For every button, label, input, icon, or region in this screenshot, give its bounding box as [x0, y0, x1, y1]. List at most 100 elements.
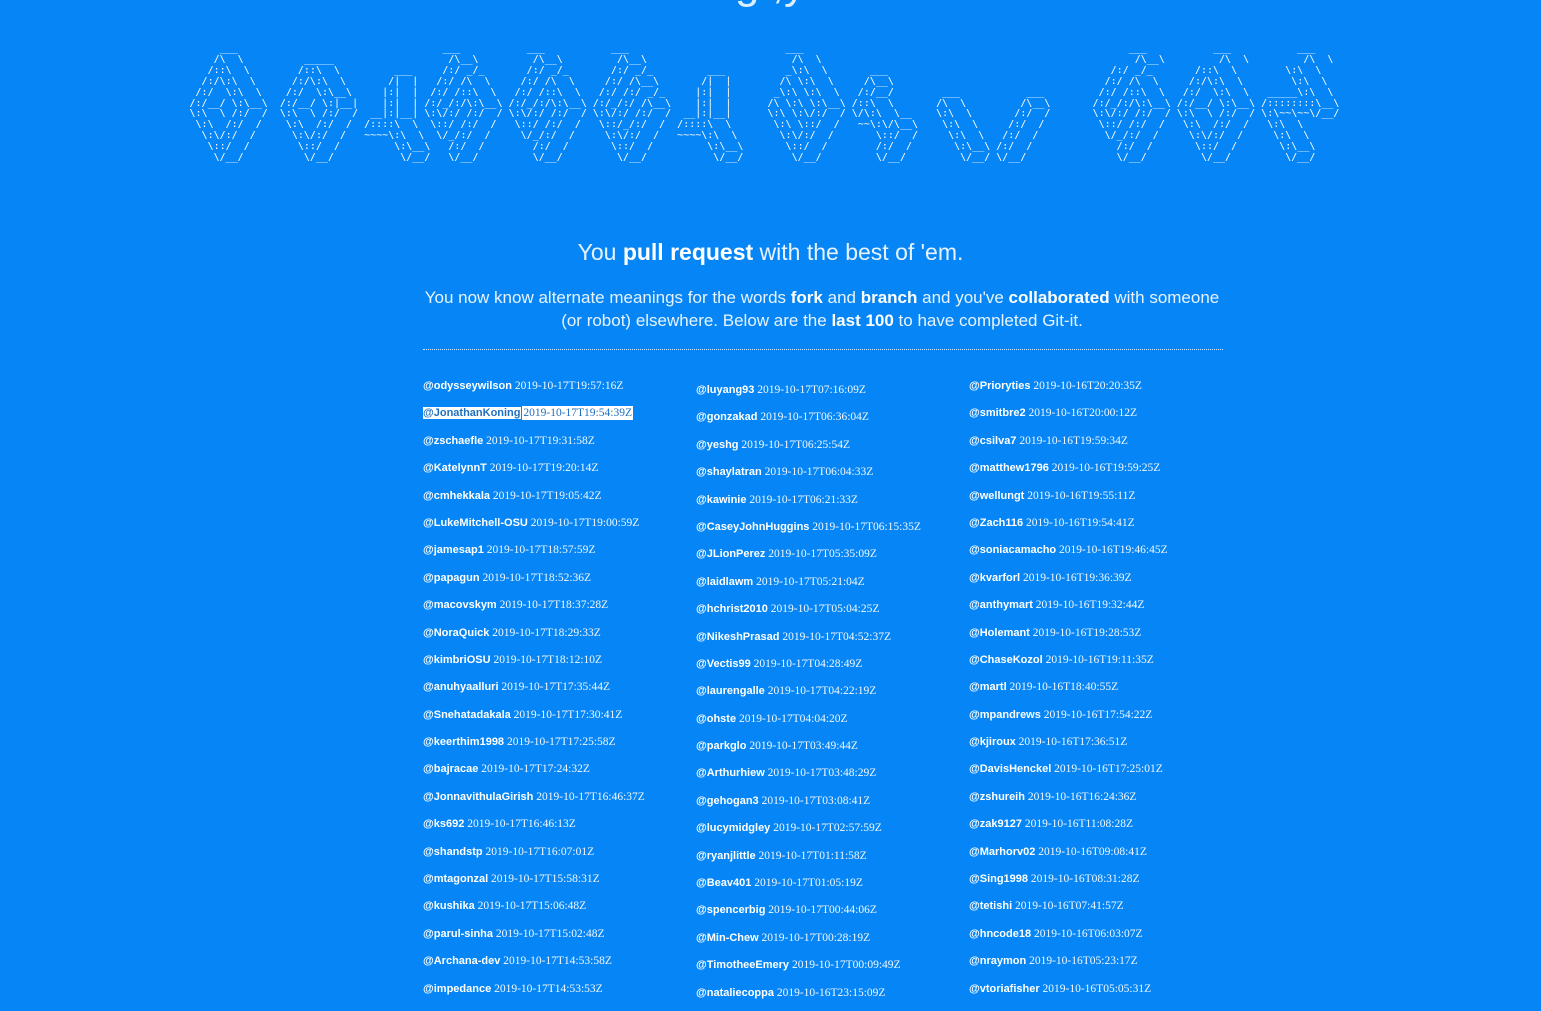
github-user-link[interactable]: @impedance: [423, 983, 491, 995]
github-user-link[interactable]: @Min-Chew: [696, 932, 759, 944]
github-user-link[interactable]: @kushika: [423, 900, 475, 912]
github-user-link[interactable]: @cmhekkala: [423, 490, 490, 502]
github-user-link[interactable]: @KatelynnT: [423, 462, 487, 474]
github-user-link[interactable]: @keerthim1998: [423, 736, 504, 748]
github-user-link[interactable]: @ohste: [696, 713, 736, 725]
github-user-link[interactable]: @yeshg: [696, 439, 739, 451]
github-user-link[interactable]: @nraymon: [969, 955, 1026, 967]
github-user-link[interactable]: @shandstp: [423, 846, 483, 858]
completion-timestamp: 2019-10-17T07:16:09Z: [757, 384, 866, 396]
github-user-link[interactable]: @JonathanKoning: [423, 407, 521, 420]
github-user-link[interactable]: @mtagonzal: [423, 873, 488, 885]
github-user-link[interactable]: @anuhyaalluri: [423, 681, 499, 693]
completion-entry: @hchrist2010 2019-10-17T05:04:25Z: [696, 600, 958, 627]
github-user-link[interactable]: @Holemant: [969, 627, 1030, 639]
completion-timestamp: 2019-10-17T03:08:41Z: [761, 794, 871, 807]
github-user-link[interactable]: @matthew1796: [969, 462, 1049, 474]
github-user-link[interactable]: @ChaseKozol: [969, 654, 1043, 666]
completion-entry: @LukeMitchell-OSU 2019-10-17T19:00:59Z: [423, 514, 685, 541]
completion-entry: @yeshg 2019-10-17T06:25:54Z: [696, 436, 958, 463]
github-user-link[interactable]: @Marhorv02: [969, 846, 1035, 858]
completion-entry: @matthew1796 2019-10-16T19:59:25Z: [969, 459, 1231, 486]
github-user-link[interactable]: @jamesap1: [423, 544, 484, 556]
completion-entry: @Snehatadakala 2019-10-17T17:30:41Z: [423, 706, 685, 733]
completion-timestamp: 2019-10-16T05:05:31Z: [1042, 982, 1152, 995]
github-user-link[interactable]: @anthymart: [969, 599, 1033, 611]
github-user-link[interactable]: @shaylatran: [696, 466, 762, 478]
github-user-link[interactable]: @vtoriafisher: [969, 983, 1040, 995]
github-user-link[interactable]: @Arthurhiew: [696, 767, 765, 779]
github-user-link[interactable]: @Vectis99: [696, 658, 751, 670]
completion-timestamp: 2019-10-16T19:59:34Z: [1019, 434, 1128, 447]
completion-entry: @Marhorv02 2019-10-16T09:08:41Z: [969, 843, 1231, 870]
github-user-link[interactable]: @hchrist2010: [696, 603, 768, 615]
completion-entry: @JLionPerez 2019-10-17T05:35:09Z: [696, 545, 958, 572]
completion-entry: @kimbriOSU 2019-10-17T18:12:10Z: [423, 651, 685, 678]
completion-entry: @nraymon 2019-10-16T05:23:17Z: [969, 952, 1231, 979]
completion-entry: @ohste 2019-10-17T04:04:20Z: [696, 710, 958, 737]
github-user-link[interactable]: @kjiroux: [969, 736, 1016, 748]
github-user-link[interactable]: @smitbre2: [969, 407, 1026, 419]
github-user-link[interactable]: @NoraQuick: [423, 627, 489, 639]
github-user-link[interactable]: @nataliecoppa: [696, 987, 774, 999]
github-user-link[interactable]: @NikeshPrasad: [696, 631, 780, 643]
github-user-link[interactable]: @laurengalle: [696, 685, 765, 697]
completion-entry: @odysseywilson 2019-10-17T19:57:16Z: [423, 377, 685, 404]
github-user-link[interactable]: @hncode18: [969, 928, 1031, 940]
tagline: You pull request with the best of 'em.: [0, 237, 1541, 267]
completion-timestamp: 2019-10-17T06:21:33Z: [749, 493, 858, 506]
github-user-link[interactable]: @bajracae: [423, 763, 478, 775]
github-user-link[interactable]: @kawinie: [696, 494, 746, 506]
completion-entry: @kvarforl 2019-10-16T19:36:39Z: [969, 569, 1231, 596]
github-user-link[interactable]: @soniacamacho: [969, 544, 1056, 556]
github-user-link[interactable]: @laidlawm: [696, 576, 753, 588]
github-user-link[interactable]: @CaseyJohnHuggins: [696, 521, 809, 533]
github-user-link[interactable]: @luyang93: [696, 384, 754, 396]
completion-timestamp: 2019-10-16T09:08:41Z: [1038, 845, 1147, 858]
github-user-link[interactable]: @Prioryties: [969, 380, 1030, 392]
github-user-link[interactable]: @ryanjlittle: [696, 850, 756, 862]
completion-entry: @Holemant 2019-10-16T19:28:53Z: [969, 624, 1231, 651]
github-user-link[interactable]: @parkglo: [696, 740, 746, 752]
github-user-link[interactable]: @lucymidgley: [696, 822, 770, 834]
github-user-link[interactable]: @Archana-dev: [423, 955, 500, 967]
github-user-link[interactable]: @macovskym: [423, 599, 497, 611]
github-user-link[interactable]: @Snehatadakala: [423, 709, 511, 721]
github-user-link[interactable]: @mpandrews: [969, 709, 1041, 721]
divider: [423, 349, 1223, 350]
completion-timestamp: 2019-10-16T17:54:22Z: [1043, 708, 1153, 721]
github-user-link[interactable]: @kvarforl: [969, 572, 1020, 584]
github-user-link[interactable]: @LukeMitchell-OSU: [423, 517, 528, 529]
completion-entry: @mtagonzal 2019-10-17T15:58:31Z: [423, 870, 685, 897]
github-user-link[interactable]: @papagun: [423, 572, 480, 584]
github-user-link[interactable]: @Zach116: [969, 517, 1023, 529]
github-user-link[interactable]: @zak9127: [969, 818, 1022, 830]
github-user-link[interactable]: @wellungt: [969, 490, 1024, 502]
github-user-link[interactable]: @kimbriOSU: [423, 654, 491, 666]
github-user-link[interactable]: @Beav401: [696, 877, 751, 889]
github-user-link[interactable]: @gehogan3: [696, 795, 759, 807]
github-user-link[interactable]: @gonzakad: [696, 411, 757, 423]
github-user-link[interactable]: @Sing1998: [969, 873, 1028, 885]
completion-timestamp: 2019-10-17T01:05:19Z: [754, 877, 863, 890]
github-user-link[interactable]: @zshureih: [969, 791, 1025, 803]
github-user-link[interactable]: @martl: [969, 681, 1007, 693]
github-user-link[interactable]: @tetishi: [969, 900, 1012, 912]
github-user-link[interactable]: @spencerbig: [696, 904, 765, 916]
github-user-link[interactable]: @odysseywilson: [423, 380, 512, 392]
github-user-link[interactable]: @ks692: [423, 818, 464, 830]
github-user-link[interactable]: @TimotheeEmery: [696, 959, 789, 971]
completions-column-3: @Prioryties 2019-10-16T20:20:35Z @smitbre…: [969, 377, 1231, 1007]
completion-entry: @CaseyJohnHuggins 2019-10-17T06:15:35Z: [696, 518, 958, 545]
github-user-link[interactable]: @parul-sinha: [423, 928, 493, 940]
github-user-link[interactable]: @JLionPerez: [696, 548, 765, 560]
completion-entry: @csilva7 2019-10-16T19:59:34Z: [969, 432, 1231, 459]
completion-timestamp: 2019-10-17T04:28:49Z: [753, 657, 863, 670]
github-user-link[interactable]: @JonnavithulaGirish: [423, 791, 533, 803]
ascii-art-text: ___ ___ ___ ___ ___ ___ ___ ___ /\ \ ___…: [189, 43, 1340, 164]
github-user-link[interactable]: @zschaefle: [423, 435, 483, 447]
github-user-link[interactable]: @csilva7: [969, 435, 1016, 447]
github-user-link[interactable]: @DavisHenckel: [969, 763, 1051, 775]
completion-entry: @soniacamacho 2019-10-16T19:46:45Z: [969, 541, 1231, 568]
completion-entry: @spencerbig 2019-10-17T00:44:06Z: [696, 901, 958, 928]
